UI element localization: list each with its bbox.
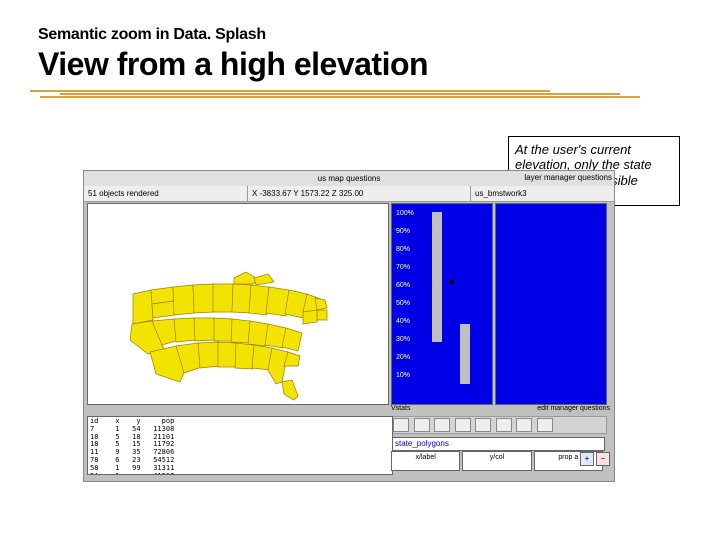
slide-title: View from a high elevation [38, 46, 428, 83]
slide-supertitle: Semantic zoom in Data. Splash [38, 26, 266, 44]
column-selectors: x/label y/col prop a [391, 451, 605, 471]
tool-button[interactable] [434, 418, 450, 432]
plus-button[interactable]: + [580, 452, 594, 466]
data-table[interactable]: id x y pop 7 1 54 11308 18 5 18 21101 18… [87, 416, 393, 475]
map-canvas[interactable] [87, 203, 389, 405]
tool-button[interactable] [393, 418, 409, 432]
zoom-tick: 70% [396, 264, 410, 271]
tool-button[interactable] [537, 418, 553, 432]
datasplash-window: us map questions layer manager questions… [83, 170, 615, 482]
tool-button[interactable] [455, 418, 471, 432]
tool-button[interactable] [475, 418, 491, 432]
divider-rule [30, 90, 690, 98]
status-dataset: us_bmstwork3 [471, 186, 614, 201]
col-select[interactable]: x/label [391, 451, 460, 471]
zoom-tick: 30% [396, 336, 410, 343]
elevation-indicator-icon [450, 280, 454, 284]
layer-name-field[interactable]: state_polygons [391, 437, 605, 451]
tool-button[interactable] [414, 418, 430, 432]
layer-toolbar [391, 416, 607, 434]
vstats-label: Vstats [391, 405, 410, 412]
zoom-tick: 20% [396, 354, 410, 361]
edit-manager-label: edit manager questions [537, 405, 610, 412]
layer-range-bar[interactable] [432, 212, 442, 342]
status-coords: X -3833.67 Y 1573.22 Z 325.00 [248, 186, 471, 201]
zoom-tick: 40% [396, 318, 410, 325]
layer-range-bar[interactable] [460, 324, 470, 384]
minus-button[interactable]: − [596, 452, 610, 466]
zoom-tick: 60% [396, 282, 410, 289]
tool-button[interactable] [496, 418, 512, 432]
right-blue-panel [495, 203, 607, 405]
us-map-icon [88, 204, 388, 404]
tool-button[interactable] [516, 418, 532, 432]
zoom-tick: 80% [396, 246, 410, 253]
col-select[interactable]: y/col [462, 451, 531, 471]
zoom-tick: 100% [396, 210, 414, 217]
zoom-tick: 10% [396, 372, 410, 379]
zoom-tick: 50% [396, 300, 410, 307]
layer-manager-label: layer manager questions [524, 173, 612, 182]
status-bar: 51 objects rendered X -3833.67 Y 1573.22… [84, 186, 614, 202]
elevation-slider-panel[interactable]: 100% 90% 80% 70% 60% 50% 40% 30% 20% 10% [391, 203, 493, 405]
zoom-tick: 90% [396, 228, 410, 235]
status-objects: 51 objects rendered [84, 186, 248, 201]
